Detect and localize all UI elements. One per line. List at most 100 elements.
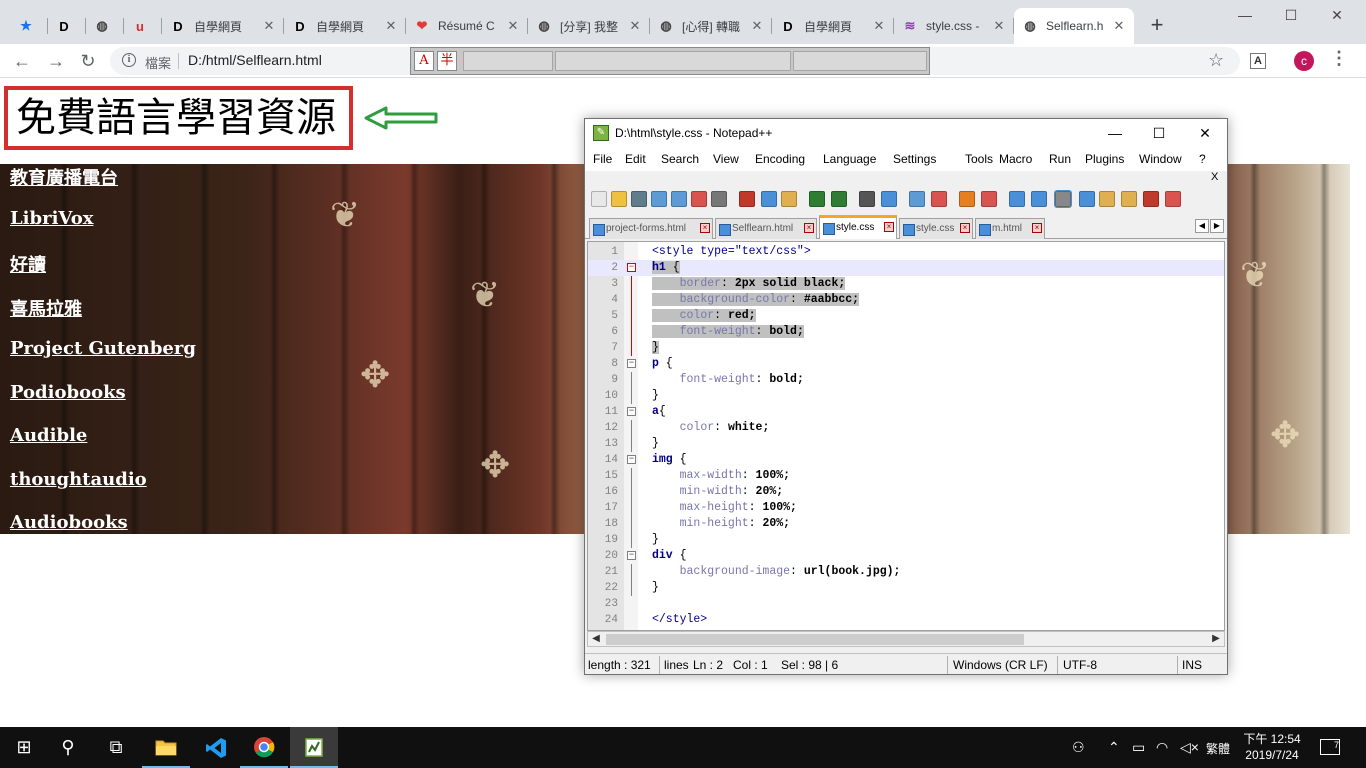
- zoom-in-icon[interactable]: [909, 191, 925, 207]
- code-line[interactable]: 6 font-weight: bold;: [588, 324, 1224, 340]
- tab-scroll-left-icon[interactable]: ◀: [1195, 219, 1209, 233]
- fold-toggle-icon[interactable]: −: [627, 551, 636, 560]
- npp-menu-item[interactable]: File: [593, 152, 612, 166]
- sync-horizontal-icon[interactable]: [981, 191, 997, 207]
- notepad-plus-plus-taskbar-icon[interactable]: [290, 727, 338, 768]
- code-line[interactable]: 22}: [588, 580, 1224, 596]
- ime-halfwidth-button[interactable]: 半: [437, 51, 457, 71]
- browser-tab[interactable]: D 自學網頁 ✕: [284, 8, 406, 44]
- reload-button[interactable]: ↻: [76, 49, 100, 73]
- scroll-right-icon[interactable]: ▶: [1208, 632, 1224, 646]
- tab-close-icon[interactable]: ✕: [1112, 18, 1126, 34]
- task-view-icon[interactable]: ⧉: [92, 727, 140, 768]
- resource-link[interactable]: Project Gutenberg: [10, 338, 196, 359]
- npp-menu-item[interactable]: Encoding: [755, 152, 805, 166]
- fold-toggle-icon[interactable]: −: [627, 407, 636, 416]
- notepad-plus-plus-window[interactable]: ✎ D:\html\style.css - Notepad++ — ☐ ✕ Fi…: [584, 118, 1228, 675]
- npp-tab-close-icon[interactable]: ×: [1032, 223, 1042, 233]
- indent-guide-icon[interactable]: [1054, 190, 1072, 208]
- word-wrap-icon[interactable]: [1009, 191, 1025, 207]
- fold-toggle-icon[interactable]: −: [627, 359, 636, 368]
- show-hidden-icons-icon[interactable]: ⌃: [1108, 739, 1120, 756]
- code-line[interactable]: 19}: [588, 532, 1224, 548]
- copy-icon[interactable]: [761, 191, 777, 207]
- browser-menu-icon[interactable]: ⋮: [1330, 48, 1348, 69]
- doc-map-icon[interactable]: [1099, 191, 1115, 207]
- horizontal-scrollbar[interactable]: ◀ ▶: [587, 631, 1225, 647]
- fold-toggle-icon[interactable]: −: [627, 263, 636, 272]
- code-line[interactable]: 3 border: 2px solid black;: [588, 276, 1224, 292]
- bookmark-star-icon[interactable]: ☆: [1208, 50, 1224, 71]
- new-file-icon[interactable]: [591, 191, 607, 207]
- code-line[interactable]: 13}: [588, 436, 1224, 452]
- chrome-icon[interactable]: [240, 727, 288, 768]
- code-line[interactable]: 23: [588, 596, 1224, 612]
- wifi-icon[interactable]: ◠: [1156, 739, 1168, 756]
- show-all-chars-icon[interactable]: [1031, 191, 1047, 207]
- scroll-left-icon[interactable]: ◀: [588, 632, 604, 646]
- resource-link[interactable]: LibriVox: [10, 208, 93, 229]
- npp-menu-item[interactable]: Search: [661, 152, 699, 166]
- code-line[interactable]: 10}: [588, 388, 1224, 404]
- code-line[interactable]: 24 </style>: [588, 612, 1224, 628]
- code-line[interactable]: 4 background-color: #aabbcc;: [588, 292, 1224, 308]
- npp-tab-close-icon[interactable]: ×: [960, 223, 970, 233]
- save-all-icon[interactable]: [651, 191, 667, 207]
- code-line[interactable]: 17 max-height: 100%;: [588, 500, 1224, 516]
- resource-link[interactable]: 喜馬拉雅: [10, 295, 82, 321]
- close-icon[interactable]: [671, 191, 687, 207]
- code-editor[interactable]: 1 <style type="text/css"> 2− h1 {3 border: …: [587, 241, 1225, 631]
- npp-close-button[interactable]: ✕: [1195, 123, 1215, 143]
- code-line[interactable]: 16 min-width: 20%;: [588, 484, 1224, 500]
- replace-icon[interactable]: [881, 191, 897, 207]
- vscode-icon[interactable]: [192, 727, 240, 768]
- extension-icon[interactable]: A: [1250, 53, 1266, 69]
- tab-scroll-right-icon[interactable]: ▶: [1210, 219, 1224, 233]
- close-window-button[interactable]: ✕: [1314, 0, 1360, 30]
- npp-tab-close-icon[interactable]: ×: [700, 223, 710, 233]
- record-macro-icon[interactable]: [1143, 191, 1159, 207]
- code-line[interactable]: 12 color: white;: [588, 420, 1224, 436]
- npp-menu-item[interactable]: ?: [1199, 152, 1206, 166]
- fold-toggle-icon[interactable]: −: [627, 455, 636, 464]
- tab-close-icon[interactable]: ✕: [384, 18, 398, 34]
- npp-title-bar[interactable]: ✎ D:\html\style.css - Notepad++ — ☐ ✕: [585, 119, 1227, 147]
- browser-tab[interactable]: D 自學網頁 ✕: [772, 8, 894, 44]
- npp-file-tab[interactable]: Selflearn.html ×: [715, 218, 817, 239]
- save-icon[interactable]: [631, 191, 647, 207]
- browser-tab[interactable]: ≋ style.css - ✕: [894, 8, 1014, 44]
- redo-icon[interactable]: [831, 191, 847, 207]
- code-line[interactable]: 14− img {: [588, 452, 1224, 468]
- folder-as-workspace-icon[interactable]: [1079, 191, 1095, 207]
- resource-link[interactable]: Podiobooks: [10, 382, 126, 403]
- ime-alpha-button[interactable]: A: [414, 51, 434, 71]
- code-line[interactable]: 5 color: red;: [588, 308, 1224, 324]
- profile-avatar[interactable]: c: [1294, 51, 1314, 71]
- browser-tab[interactable]: u: [124, 8, 162, 44]
- forward-button[interactable]: →: [44, 49, 68, 73]
- npp-tab-close-icon[interactable]: ×: [884, 222, 894, 232]
- close-all-icon[interactable]: [691, 191, 707, 207]
- npp-tab-close-icon[interactable]: ×: [804, 223, 814, 233]
- maximize-button[interactable]: ☐: [1268, 0, 1314, 30]
- npp-menu-item[interactable]: Tools: [965, 152, 993, 166]
- npp-file-tab[interactable]: style.css ×: [819, 215, 897, 239]
- stop-macro-icon[interactable]: [1165, 191, 1181, 207]
- find-icon[interactable]: [859, 191, 875, 207]
- paste-icon[interactable]: [781, 191, 797, 207]
- npp-close-doc-button[interactable]: X: [1211, 171, 1218, 183]
- browser-tab[interactable]: ◍ [心得] 轉職 ✕: [650, 8, 772, 44]
- browser-tab[interactable]: D: [48, 8, 86, 44]
- code-line[interactable]: 8− p {: [588, 356, 1224, 372]
- tab-close-icon[interactable]: ✕: [872, 18, 886, 34]
- search-icon[interactable]: ⚲: [44, 727, 92, 768]
- battery-icon[interactable]: ▭: [1132, 739, 1145, 756]
- input-language-indicator[interactable]: 繁體: [1206, 740, 1230, 757]
- volume-icon[interactable]: ◁×: [1180, 739, 1199, 756]
- tab-close-icon[interactable]: ✕: [262, 18, 276, 34]
- tab-close-icon[interactable]: ✕: [750, 18, 764, 34]
- zoom-out-icon[interactable]: [931, 191, 947, 207]
- code-line[interactable]: 1 <style type="text/css">: [588, 244, 1224, 260]
- browser-tab[interactable]: ◍: [86, 8, 124, 44]
- npp-menu-item[interactable]: Edit: [625, 152, 646, 166]
